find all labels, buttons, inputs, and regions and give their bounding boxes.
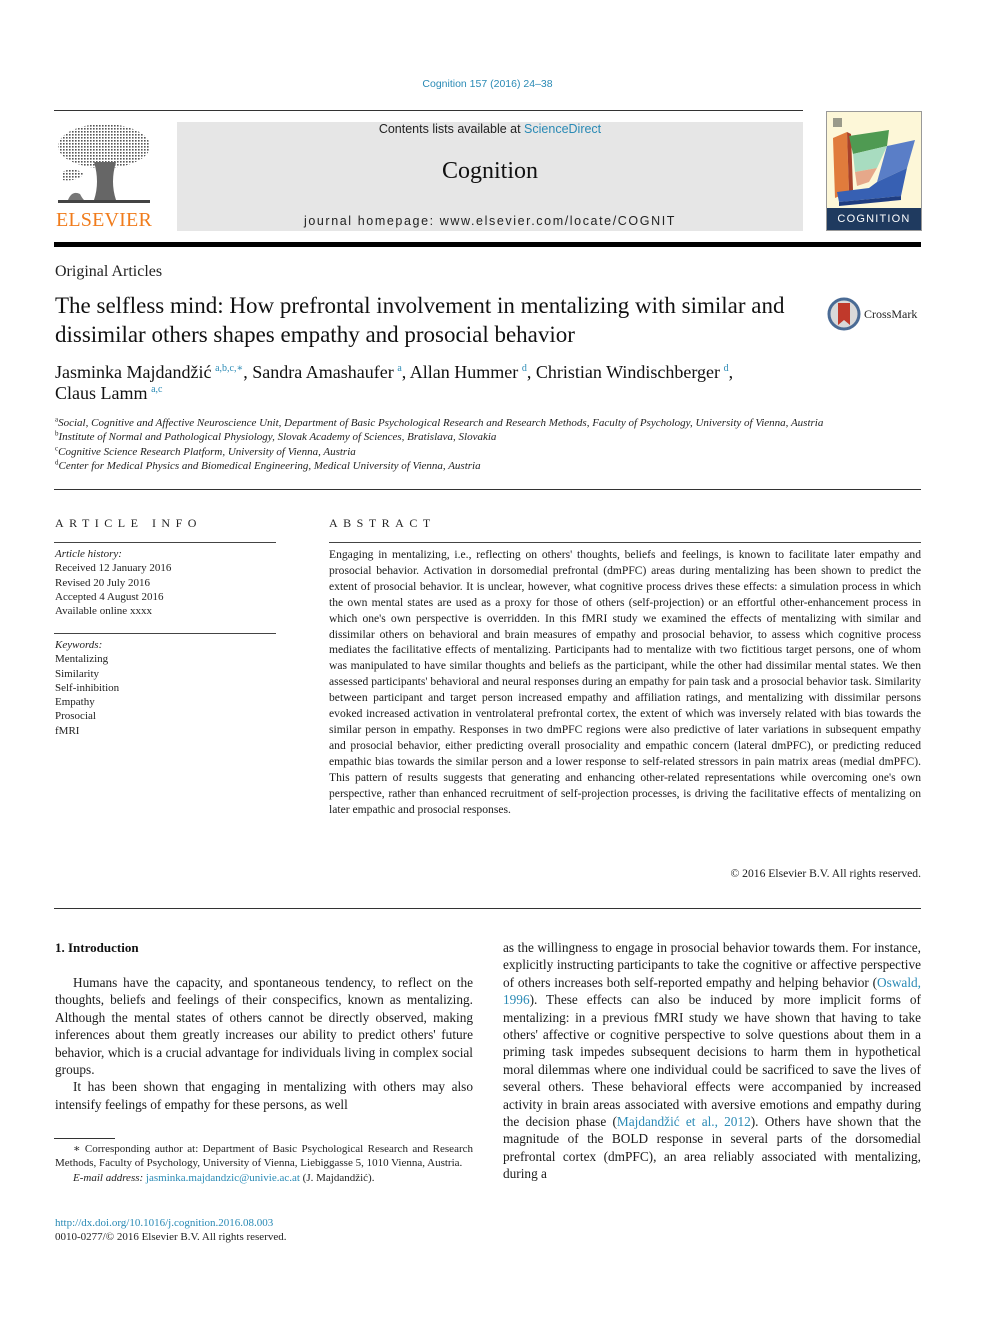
elsevier-logo[interactable]: ELSEVIER xyxy=(54,122,154,232)
reference-link-majdandzic[interactable]: Majdandžić et al., 2012 xyxy=(617,1114,751,1129)
affiliation-item: bInstitute of Normal and Pathological Ph… xyxy=(55,430,935,444)
abstract-text: Engaging in mentalizing, i.e., reflectin… xyxy=(329,548,921,816)
author[interactable]: Allan Hummer d, xyxy=(410,362,536,382)
article-info-divider xyxy=(54,542,276,543)
contents-availability: Contents lists available at ScienceDirec… xyxy=(177,122,803,136)
history-title: Article history: xyxy=(55,548,122,560)
keyword-item: Similarity xyxy=(55,667,99,680)
keyword-item: Self-inhibition xyxy=(55,681,120,694)
issn-copyright: 0010-0277/© 2016 Elsevier B.V. All right… xyxy=(55,1231,287,1244)
elsevier-wordmark: ELSEVIER xyxy=(55,209,153,231)
crossmark-button[interactable]: CrossMark xyxy=(827,297,917,331)
doi-link[interactable]: http://dx.doi.org/10.1016/j.cognition.20… xyxy=(55,1216,287,1230)
history-online: Available online xxxx xyxy=(55,605,152,618)
journal-citation-link[interactable]: Cognition 157 (2016) 24–38 xyxy=(0,78,975,90)
article-info-heading: ARTICLE INFO xyxy=(55,516,202,530)
author-separator: , xyxy=(526,362,536,382)
journal-cover-thumbnail[interactable]: COGNITION xyxy=(826,111,922,231)
author[interactable]: Jasminka Majdandžić a,b,c,∗, xyxy=(55,362,252,382)
sciencedirect-link[interactable]: ScienceDirect xyxy=(524,122,601,136)
keywords-divider xyxy=(54,633,276,634)
author-name: Sandra Amashaufer xyxy=(252,362,394,382)
keyword-item: Mentalizing xyxy=(55,653,109,666)
affiliation-item: cCognitive Science Research Platform, Un… xyxy=(55,444,935,459)
crossmark-icon xyxy=(827,297,861,331)
article-title: The selfless mind: How prefrontal involv… xyxy=(55,293,785,347)
history-accepted: Accepted 4 August 2016 xyxy=(55,590,164,603)
keywords-title: Keywords: xyxy=(55,639,103,651)
affiliation-text: Institute of Normal and Pathological Phy… xyxy=(58,431,497,444)
abstract-heading: ABSTRACT xyxy=(329,516,436,530)
body-text: as the willingness to engage in prosocia… xyxy=(503,940,921,990)
affiliation-list: aSocial, Cognitive and Affective Neurosc… xyxy=(55,416,935,473)
cognition-cover-art-icon xyxy=(833,118,915,206)
author-affiliation-marker[interactable]: a,c xyxy=(151,384,162,395)
journal-homepage[interactable]: journal homepage: www.elsevier.com/locat… xyxy=(177,214,803,228)
journal-masthead: Contents lists available at ScienceDirec… xyxy=(177,122,803,231)
history-revised: Revised 20 July 2016 xyxy=(55,576,151,589)
affiliation-item: aSocial, Cognitive and Affective Neurosc… xyxy=(55,416,935,430)
author[interactable]: Christian Windischberger d, xyxy=(536,362,733,382)
author-name: Christian Windischberger xyxy=(535,362,720,382)
author[interactable]: Claus Lamm a,c xyxy=(55,383,163,403)
author-affiliation-marker[interactable]: a,b,c,∗ xyxy=(215,363,243,374)
body-column-right: as the willingness to engage in prosocia… xyxy=(503,939,921,1183)
doi-block: http://dx.doi.org/10.1016/j.cognition.20… xyxy=(55,1216,287,1245)
affiliation-text: Cognitive Science Research Platform, Uni… xyxy=(58,445,356,458)
author-name: Allan Hummer xyxy=(409,362,519,382)
header-top-divider xyxy=(54,110,803,111)
author-separator: , xyxy=(243,362,253,382)
author-name: Jasminka Majdandžić xyxy=(55,362,212,382)
elsevier-tree-icon xyxy=(58,124,150,203)
corresponding-author-footnote: ∗ Corresponding author at: Department of… xyxy=(55,1142,473,1185)
corresponding-author-text: ∗ Corresponding author at: Department of… xyxy=(55,1143,473,1170)
author-separator: , xyxy=(728,362,734,382)
author-name: Claus Lamm xyxy=(55,383,148,403)
keyword-item: Prosocial xyxy=(55,710,96,723)
author-separator: , xyxy=(401,362,410,382)
article-history: Article history: Received 12 January 201… xyxy=(55,547,171,618)
body-text: ). These effects can also be induced by … xyxy=(503,992,921,1130)
email-suffix: (J. Majdandžić). xyxy=(299,1171,375,1184)
email-link[interactable]: jasminka.majdandzic@univie.ac.at xyxy=(146,1172,300,1184)
email-line: E-mail address: jasminka.majdandzic@univ… xyxy=(55,1171,473,1185)
email-label: E-mail address: xyxy=(73,1171,146,1184)
body-divider xyxy=(54,908,921,909)
keywords-list: Keywords: Mentalizing Similarity Self-in… xyxy=(55,638,119,738)
contents-prefix-text: Contents lists available at xyxy=(378,122,525,136)
author-list: Jasminka Majdandžić a,b,c,∗, Sandra Amas… xyxy=(55,362,915,404)
abstract-divider xyxy=(329,542,921,543)
cover-title: COGNITION xyxy=(827,208,921,230)
crossmark-label: CrossMark xyxy=(864,306,918,321)
article-section-label: Original Articles xyxy=(55,263,163,280)
keyword-item: fMRI xyxy=(55,724,80,737)
abstract-copyright: © 2016 Elsevier B.V. All rights reserved… xyxy=(730,867,921,880)
history-received: Received 12 January 2016 xyxy=(55,562,172,575)
header-thick-divider xyxy=(54,242,921,247)
affiliation-text: Center for Medical Physics and Biomedica… xyxy=(58,459,481,472)
affiliation-text: Social, Cognitive and Affective Neurosci… xyxy=(58,417,824,429)
author[interactable]: Sandra Amashaufer a, xyxy=(252,362,410,382)
body-paragraph: Humans have the capacity, and spontaneou… xyxy=(55,975,473,1078)
journal-name: Cognition xyxy=(441,158,538,184)
introduction-heading: 1. Introduction xyxy=(55,940,139,955)
body-column-left: Humans have the capacity, and spontaneou… xyxy=(55,974,473,1113)
keyword-item: Empathy xyxy=(55,696,95,709)
title-divider xyxy=(54,489,921,490)
body-paragraph: It has been shown that engaging in menta… xyxy=(55,1079,473,1112)
footnote-divider xyxy=(54,1138,115,1139)
affiliation-item: dCenter for Medical Physics and Biomedic… xyxy=(55,459,935,473)
